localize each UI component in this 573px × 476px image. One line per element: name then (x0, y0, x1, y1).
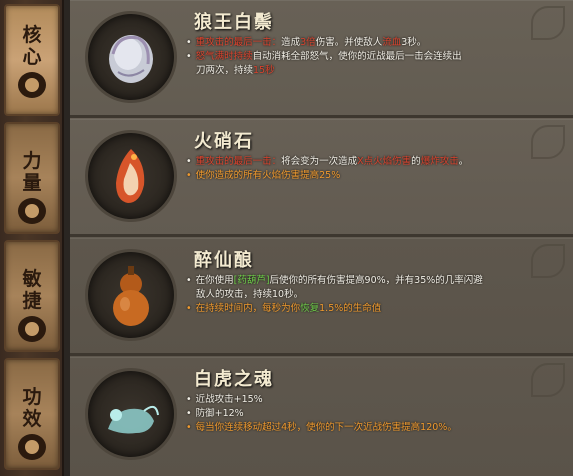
line-segment: 敌人的攻击，持续10秒。 (196, 289, 304, 300)
tab-core[interactable]: 核 心 (4, 4, 60, 116)
tab-efficacy-char-2: 效 (22, 408, 42, 430)
line-segment: 火焰伤害 (373, 156, 412, 167)
bullet: • (186, 275, 192, 286)
bullet: • (186, 156, 192, 167)
line-segment: 3倍 (300, 37, 316, 48)
swirl-emblem-icon (18, 72, 46, 98)
line-segment: 自动消耗全部怒气，使你的近战最后一击会连续出 (252, 51, 462, 62)
leaf-emblem-icon (18, 434, 46, 460)
corner-flourish-icon (531, 6, 565, 40)
bullet: • (186, 303, 192, 314)
tab-efficacy-char-1: 功 (22, 386, 42, 408)
line-segment: [药葫芦] (233, 275, 270, 286)
list-item[interactable]: 火硝石 • 重攻击的最后一击：将会变为一次造成X点火焰伤害的爆炸攻击。 • 使你造成… (70, 119, 573, 237)
tab-core-char-1: 核 (22, 24, 42, 46)
white-mane-fur-icon (88, 14, 174, 100)
fist-emblem-icon (18, 198, 46, 224)
tab-strength-char-2: 量 (22, 172, 42, 194)
corner-flourish-icon (531, 244, 565, 278)
item-title: 醉仙酿 (194, 250, 254, 271)
corner-flourish-icon (531, 363, 565, 397)
line-segment: 怒气满时持续 (195, 51, 253, 62)
bullet: • (186, 37, 192, 48)
line-segment: 后使你的所有伤害提高90%，并有35%的几率闪避 (269, 275, 483, 286)
tab-agility-char-1: 敏 (22, 268, 42, 290)
item-title: 白虎之魂 (194, 369, 274, 390)
tab-core-char-2: 心 (22, 46, 42, 68)
line-segment: 15秒 (253, 65, 275, 76)
bullet: • (186, 170, 192, 181)
list-item[interactable]: 醉仙酿 • 在你使用[药葫芦]后使你的所有伤害提高90%，并有35%的几率闪避 敌… (70, 238, 573, 356)
corner-flourish-icon (531, 125, 565, 159)
line-segment: 造成 (281, 37, 301, 48)
fire-stone-icon (88, 133, 174, 219)
line-segment: 在持续时间内，每秒为你 (195, 303, 301, 314)
tab-efficacy[interactable]: 功 效 (4, 358, 60, 470)
line-segment: 刀两次，持续 (196, 65, 254, 76)
line-segment: 爆炸攻击 (420, 156, 459, 167)
line-segment: 流血 (382, 37, 402, 48)
item-title: 狼王白鬃 (194, 12, 274, 33)
line-segment: 伤害。并使敌人 (315, 37, 383, 48)
line-segment: 在你使用 (195, 275, 234, 286)
list-item[interactable]: 白虎之魂 • 近战攻击+15% • 防御+12% • 每当你连续移动超过4秒，使你的下… (70, 357, 573, 476)
line-segment: 1.5%的生命值 (319, 303, 382, 314)
line-segment: 恢复 (300, 303, 320, 314)
bullet: • (186, 51, 192, 62)
tab-agility-char-2: 捷 (22, 290, 42, 312)
bullet: • (186, 408, 192, 419)
white-tiger-spirit-icon (88, 371, 174, 457)
category-rail: 核 心 力 量 敏 捷 功 效 (0, 0, 64, 476)
tab-strength[interactable]: 力 量 (4, 122, 60, 234)
line-segment: 重攻击的最后一击： (195, 37, 282, 48)
line-segment: X点 (357, 156, 374, 167)
gourd-icon (88, 252, 174, 338)
line-segment: 的 (411, 156, 421, 167)
item-list: 狼王白鬃 • 重攻击的最后一击：造成3倍伤害。并使敌人流血3秒。 • 怒气满时持续自… (70, 0, 573, 476)
line-segment: 。 (458, 156, 469, 167)
tab-strength-char-1: 力 (22, 150, 42, 172)
line-segment: 使你造成的所有火焰伤害提高25% (195, 170, 341, 181)
line-segment: 近战攻击+15% (195, 394, 263, 405)
line-segment: 重攻击的最后一击： (195, 156, 282, 167)
bullet: • (186, 394, 192, 405)
line-segment: 将会变为一次造成 (281, 156, 358, 167)
line-segment: 防御+12% (195, 408, 244, 419)
line-segment: 每当你连续移动超过4秒，使你的下一次近战伤害提高120%。 (195, 422, 457, 433)
tab-agility[interactable]: 敏 捷 (4, 240, 60, 352)
bullet: • (186, 422, 192, 433)
item-title: 火硝石 (194, 131, 254, 152)
line-segment: 3秒。 (401, 37, 427, 48)
dash-emblem-icon (18, 316, 46, 342)
list-item[interactable]: 狼王白鬃 • 重攻击的最后一击：造成3倍伤害。并使敌人流血3秒。 • 怒气满时持续自… (70, 0, 573, 118)
